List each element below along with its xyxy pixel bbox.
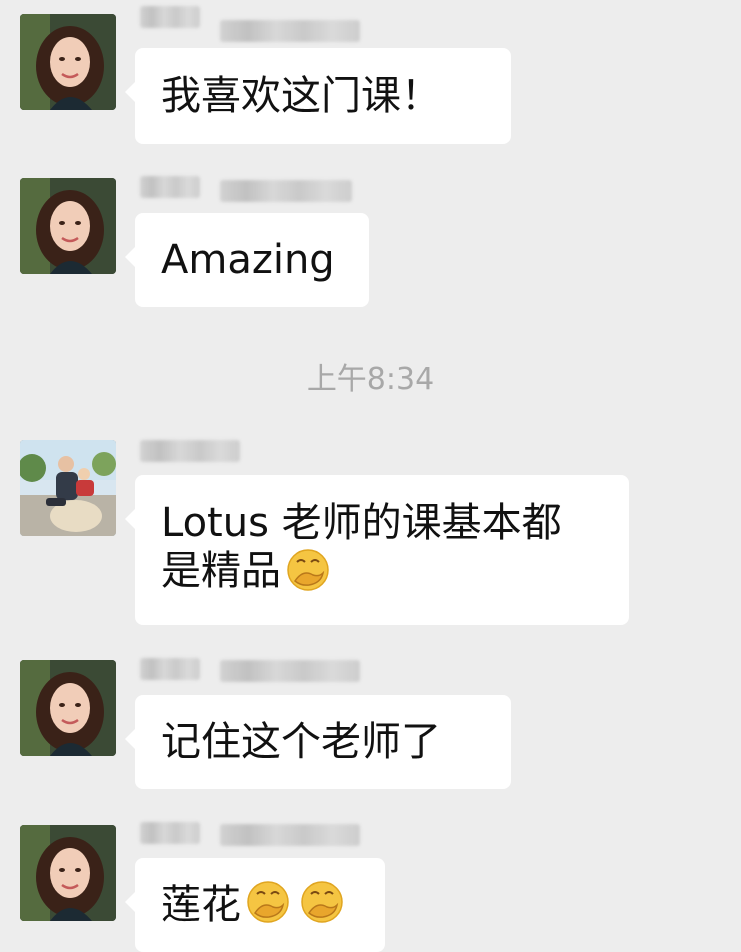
message-text: 我喜欢这门课！ xyxy=(161,73,441,119)
avatar-outdoor-icon[interactable] xyxy=(20,440,116,536)
message-text-line: Lotus 老师的课基本都 xyxy=(161,500,562,546)
message-text: Amazing xyxy=(161,237,335,283)
sender-name-redacted xyxy=(220,660,360,682)
avatar-woman-icon[interactable] xyxy=(20,14,116,110)
message-bubble[interactable]: 莲花 xyxy=(125,858,385,952)
timestamp: 上午8:34 xyxy=(306,362,435,397)
face-hand-over-mouth-emoji xyxy=(287,549,329,591)
message-text: 莲花 xyxy=(161,882,241,928)
sender-name-redacted xyxy=(140,440,240,462)
avatar-woman-icon[interactable] xyxy=(20,660,116,756)
message-bubble[interactable]: Lotus 老师的课基本都 是精品 xyxy=(125,475,629,625)
face-hand-over-mouth-emoji xyxy=(301,881,343,923)
chat-thread: 我喜欢这门课！ Amazing 上午8:34 Lotus 老师的课基本都 是精品… xyxy=(0,0,741,952)
face-hand-over-mouth-emoji xyxy=(247,881,289,923)
avatar-woman-icon[interactable] xyxy=(20,178,116,274)
sender-name-redacted xyxy=(220,180,352,202)
message-bubble[interactable]: 我喜欢这门课！ xyxy=(125,48,511,144)
sender-name-redacted xyxy=(140,176,200,198)
sender-name-redacted xyxy=(220,20,360,42)
sender-name-redacted xyxy=(140,658,200,680)
message-text-line: 是精品 xyxy=(161,547,603,595)
avatar-woman-icon[interactable] xyxy=(20,825,116,921)
message-bubble[interactable]: Amazing xyxy=(125,213,369,307)
sender-name-redacted xyxy=(140,822,200,844)
sender-name-redacted xyxy=(220,824,360,846)
message-text: 是精品 xyxy=(161,548,281,594)
sender-name-redacted xyxy=(140,6,200,28)
message-text: 记住这个老师了 xyxy=(161,719,441,765)
message-bubble[interactable]: 记住这个老师了 xyxy=(125,695,511,789)
